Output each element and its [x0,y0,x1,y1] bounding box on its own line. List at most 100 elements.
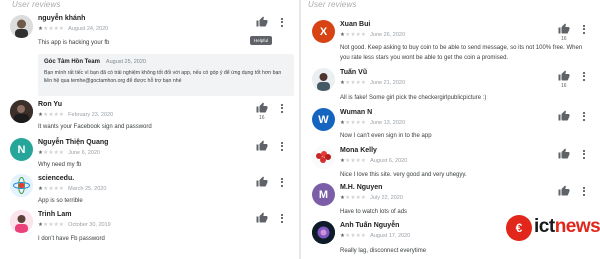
reviewer-name[interactable]: Tuấn Vũ [340,69,367,76]
avatar [10,174,33,197]
review-text: Why need my fb [38,162,82,168]
avatar: W [312,108,335,131]
review-item: M M.H. Nguyen ★★★★★ July 22, 2020 Have to… [302,183,600,217]
star-rating: ★★★★★ [340,120,367,126]
review-meta: ★★★★★ July 22, 2020 [340,195,403,201]
review-text: All is fake! Some girl pick the checkerg… [340,95,487,101]
more-options-icon[interactable] [581,70,587,82]
review-item: nguyễn khánh ★★★★★ August 24, 2020 This a… [0,12,298,100]
logo-text-main: ict [534,216,555,237]
avatar: N [10,138,33,161]
thumbs-up-icon[interactable] [558,185,570,197]
more-options-icon[interactable] [581,23,587,35]
thumbs-up-icon[interactable] [256,212,268,224]
more-options-icon[interactable] [279,176,285,188]
more-options-icon[interactable] [279,16,285,28]
thumbs-up-icon[interactable] [256,176,268,188]
like-count: 16 [561,83,567,89]
more-options-icon[interactable] [581,110,587,122]
reviewer-name[interactable]: Xuan Bui [340,21,370,28]
avatar: M [312,183,335,206]
reviewer-name[interactable]: Mona Kelly [340,147,377,154]
review-meta: ★★★★★ June 13, 2020 [340,120,405,126]
review-date: August 24, 2020 [68,26,109,32]
avatar [10,100,33,123]
review-text: Now I can't even sign in to the app [340,133,432,139]
ictnews-logo-mark: € [506,215,532,241]
reviewer-name[interactable]: Ron Yu [38,101,62,108]
more-options-icon[interactable] [279,102,285,114]
avatar: X [312,20,335,43]
review-item: X Xuan Bui ★★★★★ June 26, 2020 Not good. … [302,18,600,66]
review-meta: ★★★★★ June 26, 2020 [340,32,405,38]
reviewer-name[interactable]: Wuman N [340,109,372,116]
review-meta: ★★★★★ March 25, 2020 [38,186,106,192]
thumbs-up-icon[interactable] [256,102,268,114]
star-rating: ★★★★★ [38,222,65,228]
more-options-icon[interactable] [581,148,587,160]
thumbs-up-icon[interactable] [256,16,268,28]
review-date: August 17, 2020 [370,233,411,239]
thumbs-up-icon[interactable] [558,23,570,35]
review-date: February 23, 2020 [68,112,114,118]
review-item: Mona Kelly ★★★★★ August 6, 2020 Nice I lo… [302,146,600,180]
review-text: App is so terrible [38,198,83,204]
reviewer-name[interactable]: sciencedu. [38,175,74,182]
review-item: N Nguyễn Thiện Quang ★★★★★ June 6, 2020 W… [0,138,298,170]
review-meta: ★★★★★ February 23, 2020 [38,112,113,118]
star-rating: ★★★★★ [38,150,65,156]
avatar [312,221,335,244]
star-rating: ★★★★★ [38,26,65,32]
reviewer-name[interactable]: Nguyễn Thiện Quang [38,139,108,146]
review-text: Have to watch lots of ads [340,209,408,215]
review-item: Trinh Lam ★★★★★ October 30, 2019 I don't … [0,210,298,250]
ictnews-logo-text: ictnews [534,216,600,238]
star-rating: ★★★★★ [340,32,367,38]
star-rating: ★★★★★ [38,186,65,192]
reviewer-name[interactable]: Trinh Lam [38,211,71,218]
review-meta: ★★★★★ October 30, 2019 [38,222,111,228]
review-text: I don't have Fb password [38,236,105,242]
thumbs-up-icon[interactable] [558,148,570,160]
like-count: 16 [561,36,567,42]
review-meta: ★★★★★ August 17, 2020 [340,233,410,239]
logo-text-accent: news [554,216,600,237]
avatar [10,15,33,38]
review-text: It wants your Facebook sign and password [38,124,152,130]
reply-text: Bạn mình rất tiếc vì bạn đã có trải nghi… [44,70,282,84]
review-item: W Wuman N ★★★★★ June 13, 2020 Now I can't… [302,108,600,142]
avatar [312,146,335,169]
section-title: User reviews [308,0,357,9]
star-rating: ★★★★★ [38,112,65,118]
review-date: July 22, 2020 [370,195,403,201]
review-date: June 21, 2020 [370,80,406,86]
more-options-icon[interactable] [279,140,285,152]
star-rating: ★★★★★ [340,80,367,86]
panel-divider [299,0,301,259]
more-options-icon[interactable] [581,185,587,197]
review-date: August 6, 2020 [370,158,408,164]
review-meta: ★★★★★ August 24, 2020 [38,26,108,32]
review-meta: ★★★★★ June 6, 2020 [38,150,100,156]
review-meta: ★★★★★ August 6, 2020 [340,158,407,164]
review-item: Tuấn Vũ ★★★★★ June 21, 2020 All is fake! … [302,68,600,104]
svg-text:€: € [516,221,523,235]
reviewer-name[interactable]: Anh Tuấn Nguyễn [340,222,399,229]
reviewer-name[interactable]: nguyễn khánh [38,15,85,22]
thumbs-up-icon[interactable] [558,70,570,82]
thumbs-up-icon[interactable] [256,140,268,152]
developer-reply: Góc Tâm Hồn Team August 25, 2020 Bạn mình… [38,54,294,96]
review-date: June 26, 2020 [370,32,406,38]
more-options-icon[interactable] [279,212,285,224]
reply-date: August 25, 2020 [105,59,146,65]
thumbs-up-icon[interactable] [558,110,570,122]
review-text-line: you rate less stars you wont be able to … [340,55,509,61]
avatar [312,68,335,91]
review-date: June 6, 2020 [68,150,100,156]
reviewer-name[interactable]: M.H. Nguyen [340,184,382,191]
left-reviews-panel: User reviews nguyễn khánh ★★★★★ August 24… [0,0,298,259]
review-item: Ron Yu ★★★★★ February 23, 2020 It wants y… [0,100,298,134]
review-item: sciencedu. ★★★★★ March 25, 2020 App is so… [0,174,298,206]
review-text: This app is hacking your fb [38,40,110,46]
star-rating: ★★★★★ [340,158,367,164]
